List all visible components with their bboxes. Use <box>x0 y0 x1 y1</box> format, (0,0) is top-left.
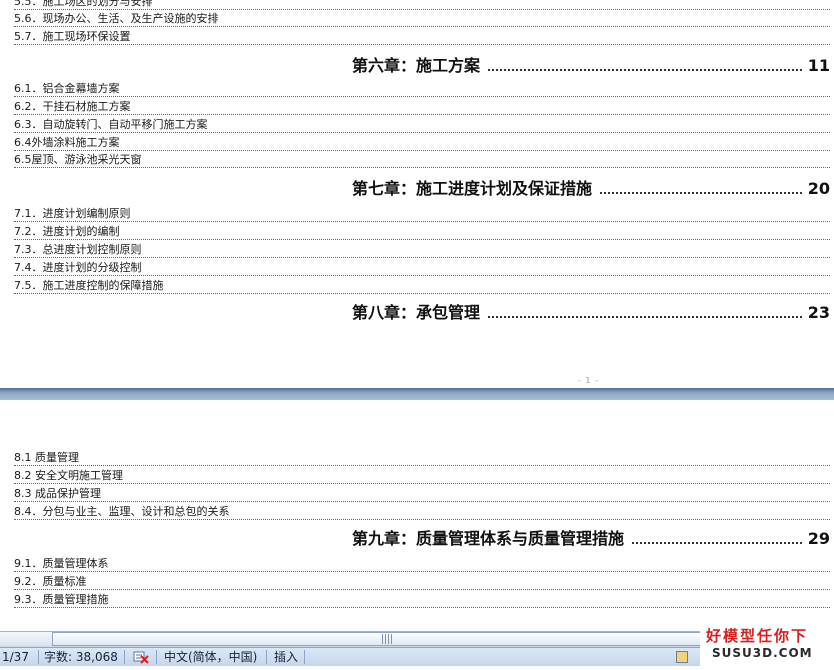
chapter-page-number: 23 <box>807 303 830 322</box>
leader-dots <box>632 530 802 544</box>
site-watermark: 好模型任你下 SUSU3D.COM <box>700 623 834 666</box>
toc-chapter-6[interactable]: 第六章：施工方案 11 <box>352 53 830 79</box>
page-separator <box>0 388 834 400</box>
document-page-1: 5.5．施工场区的划分与安排 5.6．现场办公、生活、及生产设施的安排 5.7．… <box>0 0 834 388</box>
watermark-chinese-text: 好模型任你下 <box>706 627 809 645</box>
chapter-page-number: 20 <box>807 179 830 198</box>
toc-entry[interactable]: 5.6．现场办公、生活、及生产设施的安排 <box>14 11 830 27</box>
chapter-title: 第九章：质量管理体系与质量管理措施 <box>352 529 625 548</box>
language-indicator[interactable]: 中文(简体，中国) <box>164 648 257 666</box>
insert-mode-indicator[interactable]: 插入 <box>274 648 298 666</box>
toc-entry[interactable]: 7.2．进度计划的编制 <box>14 224 830 240</box>
toc-entry[interactable]: 9.2．质量标准 <box>14 574 830 590</box>
toc-entry[interactable]: 7.1．进度计划编制原则 <box>14 206 830 222</box>
status-divider <box>266 650 267 664</box>
toc-entry[interactable]: 8.1 质量管理 <box>14 450 830 466</box>
page-footer-number: - 1 - <box>578 376 599 385</box>
watermark-site-text: SUSU3D.COM <box>712 646 813 660</box>
toc-entry[interactable]: 8.3 成品保护管理 <box>14 486 830 502</box>
word-count[interactable]: 字数: 38,068 <box>44 648 118 666</box>
toc-chapter-8[interactable]: 第八章：承包管理 23 <box>352 300 830 326</box>
spell-check-icon[interactable] <box>132 649 150 665</box>
toc-entry[interactable]: 7.5．施工进度控制的保障措施 <box>14 278 830 294</box>
document-page-2: 8.1 质量管理 8.2 安全文明施工管理 8.3 成品保护管理 8.4．分包与… <box>0 400 834 631</box>
page-indicator[interactable]: 1/37 <box>2 648 29 666</box>
toc-entry[interactable]: 9.1．质量管理体系 <box>14 556 830 572</box>
chapter-page-number: 29 <box>807 529 830 548</box>
toc-entry[interactable]: 7.3．总进度计划控制原则 <box>14 242 830 258</box>
toc-chapter-9[interactable]: 第九章：质量管理体系与质量管理措施 29 <box>352 526 830 552</box>
leader-dots <box>488 304 802 318</box>
chapter-title: 第七章：施工进度计划及保证措施 <box>352 179 593 198</box>
toc-entry[interactable]: 8.2 安全文明施工管理 <box>14 468 830 484</box>
chapter-page-number: 11 <box>807 56 830 75</box>
toc-entry[interactable]: 6.4外墙涂料施工方案 <box>14 135 830 151</box>
toc-entry[interactable]: 8.4．分包与业主、监理、设计和总包的关系 <box>14 504 830 520</box>
toc-entry[interactable]: 9.3．质量管理措施 <box>14 592 830 608</box>
status-divider <box>38 650 39 664</box>
scrollbar-grip <box>382 634 392 644</box>
scrollbar-thumb[interactable] <box>52 632 706 646</box>
toc-entry[interactable]: 5.7．施工现场环保设置 <box>14 29 830 45</box>
scroll-left-button[interactable] <box>0 632 53 646</box>
toc-entry[interactable]: 6.2．干挂石材施工方案 <box>14 99 830 115</box>
chapter-title: 第六章：施工方案 <box>352 56 481 75</box>
toc-entry[interactable]: 6.3．自动旋转门、自动平移门施工方案 <box>14 117 830 133</box>
status-divider <box>124 650 125 664</box>
status-divider <box>156 650 157 664</box>
chapter-title: 第八章：承包管理 <box>352 303 481 322</box>
leader-dots <box>488 57 802 71</box>
toc-entry[interactable]: 7.4．进度计划的分级控制 <box>14 260 830 276</box>
toc-entry[interactable]: 6.1．铝合金幕墙方案 <box>14 81 830 97</box>
status-divider <box>304 650 305 664</box>
toc-chapter-7[interactable]: 第七章：施工进度计划及保证措施 20 <box>352 176 830 202</box>
toc-entry[interactable]: 5.5．施工场区的划分与安排 <box>14 0 830 10</box>
toc-entry[interactable]: 6.5屋顶、游泳池采光天窗 <box>14 152 830 168</box>
print-layout-view-icon[interactable] <box>676 651 688 663</box>
leader-dots <box>600 180 802 194</box>
